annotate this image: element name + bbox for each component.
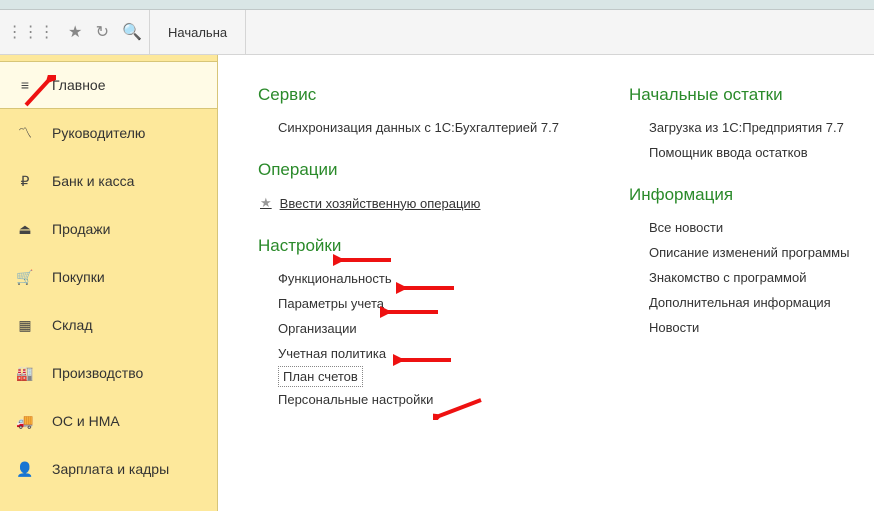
- sidebar-item-manager[interactable]: 〽 Руководителю: [0, 109, 217, 157]
- tab-label: Начальна: [168, 25, 227, 40]
- sidebar-item-label: ОС и НМА: [52, 413, 120, 429]
- link-changelog[interactable]: Описание изменений программы: [649, 240, 849, 265]
- sales-icon: ⏏: [16, 221, 34, 238]
- sidebar-item-label: Главное: [52, 77, 106, 93]
- factory-icon: 🏭: [16, 365, 34, 382]
- sidebar-item-label: Производство: [52, 365, 143, 381]
- link-intro[interactable]: Знакомство с программой: [649, 265, 849, 290]
- link-accounting-params[interactable]: Параметры учета: [278, 291, 559, 316]
- sidebar-item-label: Руководителю: [52, 125, 145, 141]
- sidebar-item-bank[interactable]: ₽ Банк и касса: [0, 157, 217, 205]
- toolbar-icons: ⋮⋮⋮ ★ ↻ 🔍: [0, 10, 150, 54]
- tab-start-page[interactable]: Начальна: [150, 10, 246, 54]
- section-information: Информация: [629, 185, 849, 205]
- section-settings: Настройки: [258, 236, 559, 256]
- link-organizations[interactable]: Организации: [278, 316, 559, 341]
- sidebar-item-label: Покупки: [52, 269, 105, 285]
- column-right: Начальные остатки Загрузка из 1С:Предпри…: [629, 79, 849, 501]
- star-icon[interactable]: ★: [68, 22, 82, 42]
- grid-icon: ▦: [16, 317, 34, 334]
- link-all-news[interactable]: Все новости: [649, 215, 849, 240]
- link-personal-settings[interactable]: Персональные настройки: [278, 387, 559, 412]
- chart-icon: 〽: [16, 123, 34, 143]
- content-panel: Сервис Синхронизация данных с 1С:Бухгалт…: [218, 55, 874, 511]
- history-icon[interactable]: ↻: [96, 22, 109, 42]
- search-icon[interactable]: 🔍: [122, 22, 142, 42]
- sidebar-item-label: Продажи: [52, 221, 110, 237]
- sidebar: ≡ Главное 〽 Руководителю ₽ Банк и касса …: [0, 55, 218, 511]
- section-operations: Операции: [258, 160, 559, 180]
- cart-icon: 🛒: [16, 269, 34, 286]
- sidebar-item-warehouse[interactable]: ▦ Склад: [0, 301, 217, 349]
- tab-bar: ⋮⋮⋮ ★ ↻ 🔍 Начальна: [0, 10, 874, 55]
- sidebar-item-hr[interactable]: 👤 Зарплата и кадры: [0, 445, 217, 493]
- link-accounting-policy[interactable]: Учетная политика: [278, 341, 559, 366]
- truck-icon: 🚚: [16, 413, 34, 430]
- menu-icon: ≡: [16, 77, 34, 93]
- sidebar-item-label: Зарплата и кадры: [52, 461, 169, 477]
- ruble-icon: ₽: [16, 173, 34, 190]
- link-enter-operation[interactable]: Ввести хозяйственную операцию: [278, 190, 559, 216]
- sidebar-item-main[interactable]: ≡ Главное: [0, 61, 218, 109]
- sidebar-item-production[interactable]: 🏭 Производство: [0, 349, 217, 397]
- sidebar-item-assets[interactable]: 🚚 ОС и НМА: [0, 397, 217, 445]
- link-balance-assistant[interactable]: Помощник ввода остатков: [649, 140, 849, 165]
- sidebar-item-label: Склад: [52, 317, 93, 333]
- sidebar-item-label: Банк и касса: [52, 173, 134, 189]
- section-service: Сервис: [258, 85, 559, 105]
- link-functionality[interactable]: Функциональность: [278, 266, 559, 291]
- link-chart-of-accounts[interactable]: План счетов: [278, 366, 363, 387]
- sidebar-item-sales[interactable]: ⏏ Продажи: [0, 205, 217, 253]
- link-additional-info[interactable]: Дополнительная информация: [649, 290, 849, 315]
- link-sync-77[interactable]: Синхронизация данных с 1С:Бухгалтерией 7…: [278, 115, 559, 140]
- window-titlebar: [0, 0, 874, 10]
- column-left: Сервис Синхронизация данных с 1С:Бухгалт…: [258, 79, 559, 501]
- person-icon: 👤: [16, 461, 34, 478]
- main-area: ≡ Главное 〽 Руководителю ₽ Банк и касса …: [0, 55, 874, 511]
- apps-icon[interactable]: ⋮⋮⋮: [7, 22, 55, 42]
- link-load-from-77[interactable]: Загрузка из 1С:Предприятия 7.7: [649, 115, 849, 140]
- link-news[interactable]: Новости: [649, 315, 849, 340]
- sidebar-item-purchases[interactable]: 🛒 Покупки: [0, 253, 217, 301]
- section-initial-balances: Начальные остатки: [629, 85, 849, 105]
